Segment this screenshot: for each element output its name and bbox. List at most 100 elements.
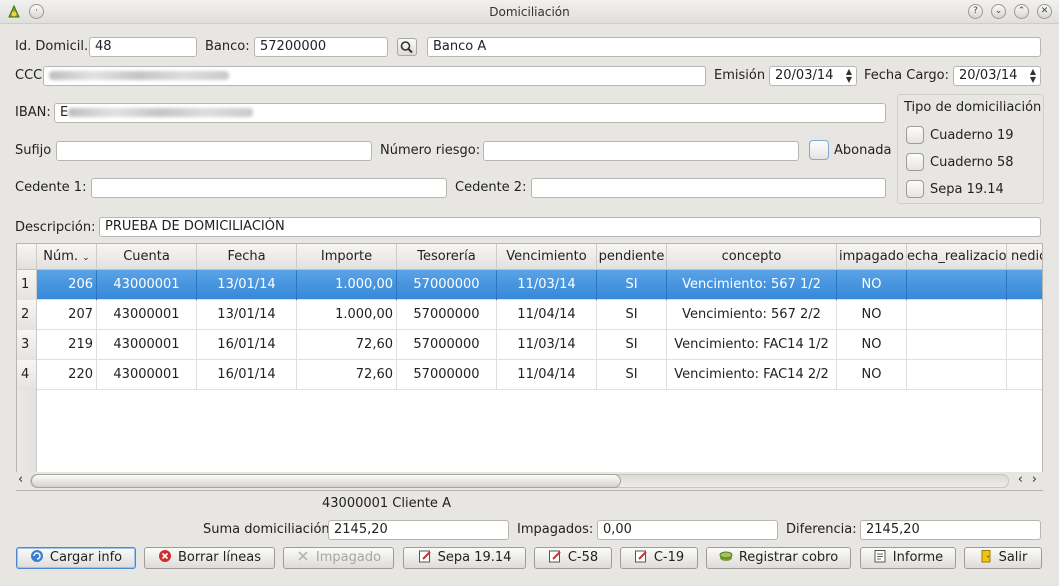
column-num-label: Núm. [43,249,79,264]
cell-vencimiento: 11/04/14 [497,360,597,390]
cell-medio [1007,270,1042,300]
impagados-field[interactable]: 0,00 [597,520,778,540]
sepa1914-button[interactable]: Sepa 19.14 [403,547,526,569]
id-domicil-field[interactable]: 48 [89,37,197,57]
descripcion-label: Descripción: [15,220,96,235]
registrar-cobro-label: Registrar cobro [738,550,839,565]
cell-num: 206 [37,270,97,300]
cell-fecha: 13/01/14 [197,300,297,330]
delete-icon [159,550,171,562]
minimize-button[interactable]: ⌄ [991,4,1006,19]
emision-label: Emisión [714,68,766,83]
date-spinner-icon[interactable]: ▲ ▼ [846,68,852,84]
cell-fecha: 16/01/14 [197,360,297,390]
cell-impagado: NO [837,360,907,390]
column-header-impagado[interactable]: impagado [837,244,907,270]
abonada-label: Abonada [834,143,892,158]
column-header-medio[interactable]: nedio_ [1007,244,1042,270]
cell-concepto: Vencimiento: 567 1/2 [667,270,837,300]
scroll-track[interactable] [30,474,1009,488]
cell-pendiente: SI [597,300,667,330]
column-header-fecha[interactable]: Fecha [197,244,297,270]
row-number: 4 [17,360,37,390]
emision-date-field[interactable]: 20/03/14 ▲ ▼ [769,66,857,86]
horizontal-scrollbar[interactable]: ‹ ‹ › [16,472,1043,490]
abonada-checkbox[interactable] [809,140,829,160]
suma-field[interactable]: 2145,20 [328,520,509,540]
table-row[interactable]: 1 206 43000001 13/01/14 1.000,00 5700000… [17,270,1042,300]
scroll-right-icon[interactable]: › [1032,472,1037,487]
maximize-button[interactable]: ⌃ [1014,4,1029,19]
scroll-left-icon[interactable]: ‹ [18,472,23,487]
diferencia-field[interactable]: 2145,20 [860,520,1041,540]
cell-impagado: NO [837,270,907,300]
iban-field[interactable]: E [54,103,886,123]
help-button[interactable]: ? [968,4,983,19]
date-spinner-icon[interactable]: ▲ ▼ [1030,68,1036,84]
window-title: Domiciliación [489,5,570,19]
sufijo-field[interactable] [56,141,372,161]
table-row[interactable]: 3 219 43000001 16/01/14 72,60 57000000 1… [17,330,1042,360]
column-header-tesoreria[interactable]: Tesorería [397,244,497,270]
column-header-fecha-realizacion[interactable]: echa_realizacio [907,244,1007,270]
emision-date-value: 20/03/14 [775,68,834,83]
banco-code-field[interactable]: 57200000 [254,37,388,57]
row-number: 1 [17,270,37,300]
ccc-field[interactable] [43,66,706,86]
sepa1914-checkbox[interactable] [906,180,924,198]
corner-header [17,244,37,270]
exit-door-icon [981,550,991,563]
cell-importe: 1.000,00 [297,300,397,330]
cell-tesoreria: 57000000 [397,330,497,360]
descripcion-field[interactable]: PRUEBA DE DOMICILIACIÓN [99,217,1041,237]
impagado-button[interactable]: Impagado [283,547,394,569]
domiciliacion-table[interactable]: Núm. ⌄ Cuenta Fecha Importe Tesorería Ve… [16,243,1043,491]
informe-button[interactable]: Informe [860,547,956,569]
cell-concepto: Vencimiento: FAC14 1/2 [667,330,837,360]
numero-riesgo-field[interactable] [483,141,799,161]
column-header-pendiente[interactable]: pendiente [597,244,667,270]
column-header-concepto[interactable]: concepto [667,244,837,270]
cell-impagado: NO [837,330,907,360]
search-icon [400,41,413,54]
c58-button[interactable]: C-58 [534,547,612,569]
registrar-cobro-button[interactable]: Registrar cobro [706,547,851,569]
column-header-importe[interactable]: Importe [297,244,397,270]
redacted-ccc [49,71,229,80]
cuaderno58-label: Cuaderno 58 [930,155,1014,170]
cuaderno19-checkbox[interactable] [906,126,924,144]
borrar-lineas-button[interactable]: Borrar líneas [144,547,275,569]
cell-tesoreria: 57000000 [397,360,497,390]
sepa1914-label: Sepa 19.14 [930,182,1004,197]
c19-button[interactable]: C-19 [620,547,698,569]
table-row[interactable]: 2 207 43000001 13/01/14 1.000,00 5700000… [17,300,1042,330]
banco-name-field[interactable]: Banco A [427,37,1041,57]
salir-label: Salir [998,550,1028,565]
column-header-num[interactable]: Núm. ⌄ [37,244,97,270]
cell-num: 220 [37,360,97,390]
diferencia-label: Diferencia: [786,522,857,537]
cedente2-field[interactable] [531,178,886,198]
close-button[interactable]: ✕ [1037,4,1052,19]
reload-icon [30,550,43,562]
cedente2-label: Cedente 2: [455,180,527,195]
redacted-iban [68,108,254,117]
scroll-thumb[interactable] [31,474,621,488]
sufijo-label: Sufijo [15,143,52,158]
column-header-vencimiento[interactable]: Vencimiento [497,244,597,270]
c58-label: C-58 [567,550,599,565]
scroll-left-icon[interactable]: ‹ [1018,472,1023,487]
cargar-info-button[interactable]: Cargar info [16,547,136,569]
cell-medio [1007,330,1042,360]
cell-fecha-realizacion [907,300,1007,330]
impagado-label: Impagado [315,550,382,565]
table-row[interactable]: 4 220 43000001 16/01/14 72,60 57000000 1… [17,360,1042,390]
search-bank-button[interactable] [397,38,417,56]
cuaderno58-checkbox[interactable] [906,153,924,171]
tipo-domiciliacion-title: Tipo de domiciliación [904,100,1042,115]
fecha-cargo-field[interactable]: 20/03/14 ▲ ▼ [953,66,1041,86]
salir-button[interactable]: Salir [964,547,1042,569]
column-header-cuenta[interactable]: Cuenta [97,244,197,270]
cedente1-field[interactable] [91,178,447,198]
cell-pendiente: SI [597,360,667,390]
